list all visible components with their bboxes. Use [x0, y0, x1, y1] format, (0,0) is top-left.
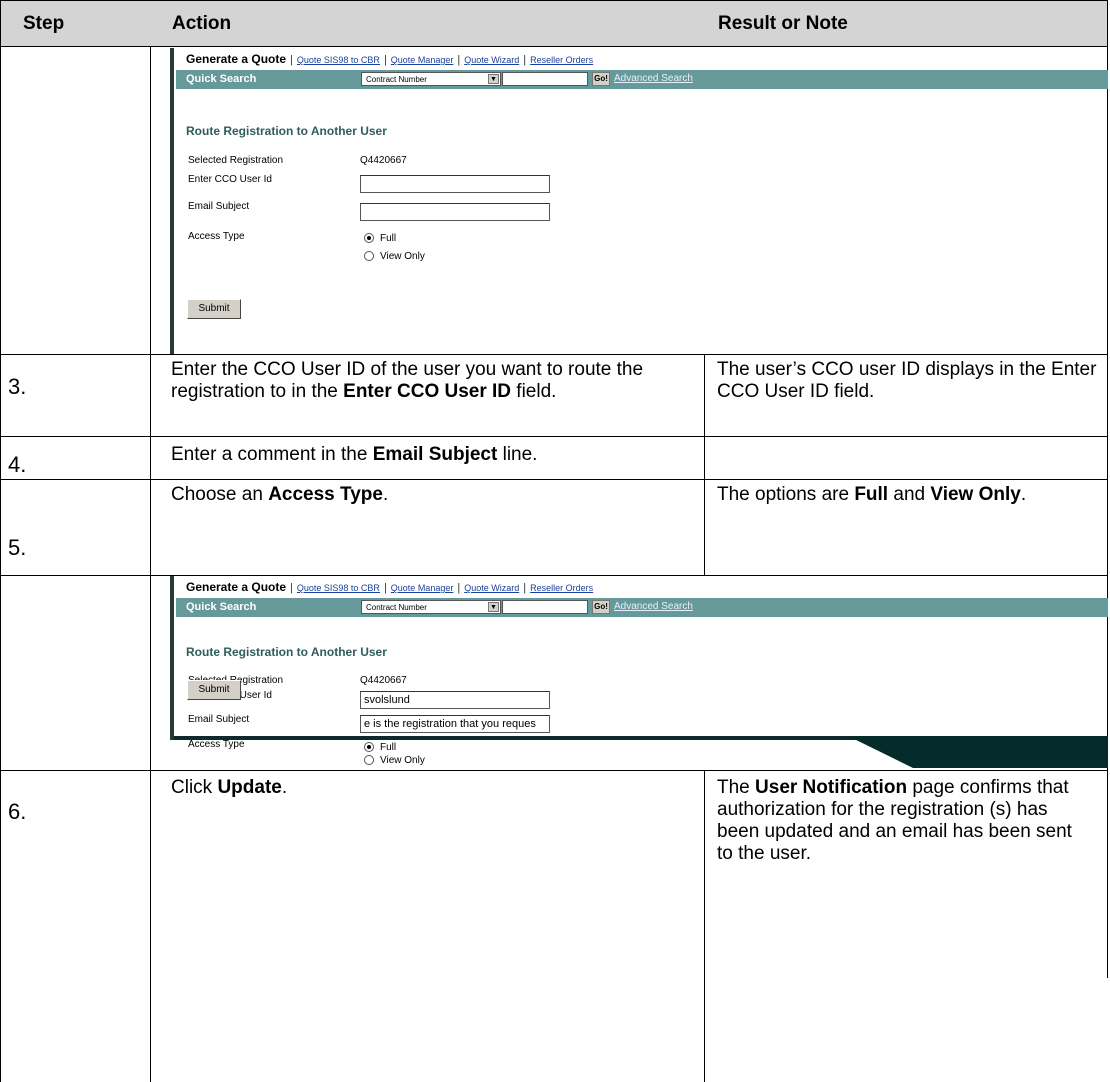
submit-button[interactable]: Submit — [187, 680, 241, 700]
quick-search-label: Quick Search — [186, 601, 257, 613]
step-number: 3. — [8, 374, 27, 399]
user-id-label: Enter CCO User Id — [188, 174, 272, 185]
quick-search-bar: Quick Search Contract Number ▼ Go! Advanc… — [176, 70, 1108, 89]
advanced-search-link[interactable]: Advanced Search — [614, 601, 693, 612]
radio-full[interactable]: Full — [364, 233, 396, 244]
column-divider-result-lower — [704, 771, 705, 1082]
row-divider — [0, 479, 1108, 480]
screenshot-route-registration-empty: Generate a Quote | Quote SIS98 to CBR | Quot… — [170, 48, 1108, 354]
table-header: Step Action Result or Note — [0, 0, 1108, 47]
email-subject-label: Email Subject — [188, 201, 250, 212]
header-result: Result or Note — [718, 13, 848, 34]
nav-link-quote-sis98[interactable]: Quote SIS98 to CBR — [297, 55, 380, 65]
column-divider-result-upper — [704, 355, 705, 575]
step-number: 5. — [8, 535, 27, 560]
quote-nav-bar: Generate a Quote | Quote SIS98 to CBR | Quot… — [186, 580, 594, 594]
selected-registration-label: Selected Registration — [188, 155, 284, 166]
panel-footer-tab — [848, 736, 1108, 768]
access-type-label: Access Type — [188, 231, 245, 242]
nav-link-quote-sis98[interactable]: Quote SIS98 to CBR — [297, 583, 380, 593]
search-type-select[interactable]: Contract Number ▼ — [361, 600, 501, 614]
nav-link-quote-manager[interactable]: Quote Manager — [391, 583, 454, 593]
nav-generate-quote[interactable]: Generate a Quote — [186, 580, 286, 594]
action-text: Enter the CCO User ID of the user you wa… — [171, 359, 644, 402]
result-text: The options are Full and View Only. — [717, 484, 1027, 505]
step-number: 6. — [8, 799, 27, 824]
result-text: The User Notification page confirms that… — [717, 777, 1072, 864]
chevron-down-icon: ▼ — [488, 74, 499, 84]
quick-search-bar: Quick Search Contract Number ▼ Go! Advanc… — [176, 598, 1108, 617]
search-input[interactable] — [502, 600, 588, 614]
search-input[interactable] — [502, 72, 588, 86]
quote-nav-bar: Generate a Quote | Quote SIS98 to CBR | Quot… — [186, 52, 594, 66]
search-type-select[interactable]: Contract Number ▼ — [361, 72, 501, 86]
go-button[interactable]: Go! — [592, 72, 610, 86]
nav-link-quote-manager[interactable]: Quote Manager — [391, 55, 454, 65]
go-button[interactable]: Go! — [592, 600, 610, 614]
table-border-left — [0, 47, 1, 1082]
action-text: Enter a comment in the Email Subject lin… — [171, 444, 538, 465]
row-divider — [0, 770, 1108, 771]
radio-view-only[interactable]: View Only — [364, 251, 425, 262]
radio-unselected-icon — [364, 251, 374, 262]
row-divider — [0, 354, 1108, 355]
nav-link-reseller-orders[interactable]: Reseller Orders — [530, 583, 593, 593]
nav-link-quote-wizard[interactable]: Quote Wizard — [464, 55, 519, 65]
header-step: Step — [23, 13, 65, 34]
result-text: The user’s CCO user ID displays in the E… — [717, 359, 1097, 402]
selected-registration-value: Q4420667 — [360, 155, 407, 166]
radio-selected-icon — [364, 233, 374, 244]
panel-left-bar — [170, 680, 174, 740]
nav-link-quote-wizard[interactable]: Quote Wizard — [464, 583, 519, 593]
nav-link-reseller-orders[interactable]: Reseller Orders — [530, 55, 593, 65]
action-text: Choose an Access Type. — [171, 484, 389, 505]
step-number: 4. — [8, 452, 27, 477]
action-text: Click Update. — [171, 777, 288, 798]
submit-button[interactable]: Submit — [187, 299, 241, 319]
screenshot-route-registration-filled-lower: Submit — [170, 680, 1108, 770]
email-subject-field[interactable] — [360, 203, 550, 221]
advanced-search-link[interactable]: Advanced Search — [614, 73, 693, 84]
quick-search-label: Quick Search — [186, 73, 257, 85]
panel-left-bar — [170, 48, 174, 354]
page-title: Route Registration to Another User — [186, 124, 387, 138]
header-action: Action — [172, 13, 232, 34]
page-title: Route Registration to Another User — [186, 645, 387, 659]
user-id-field[interactable] — [360, 175, 550, 193]
row-divider — [0, 436, 1108, 437]
column-divider-step — [150, 47, 151, 1082]
chevron-down-icon: ▼ — [488, 602, 499, 612]
nav-generate-quote[interactable]: Generate a Quote — [186, 52, 286, 66]
